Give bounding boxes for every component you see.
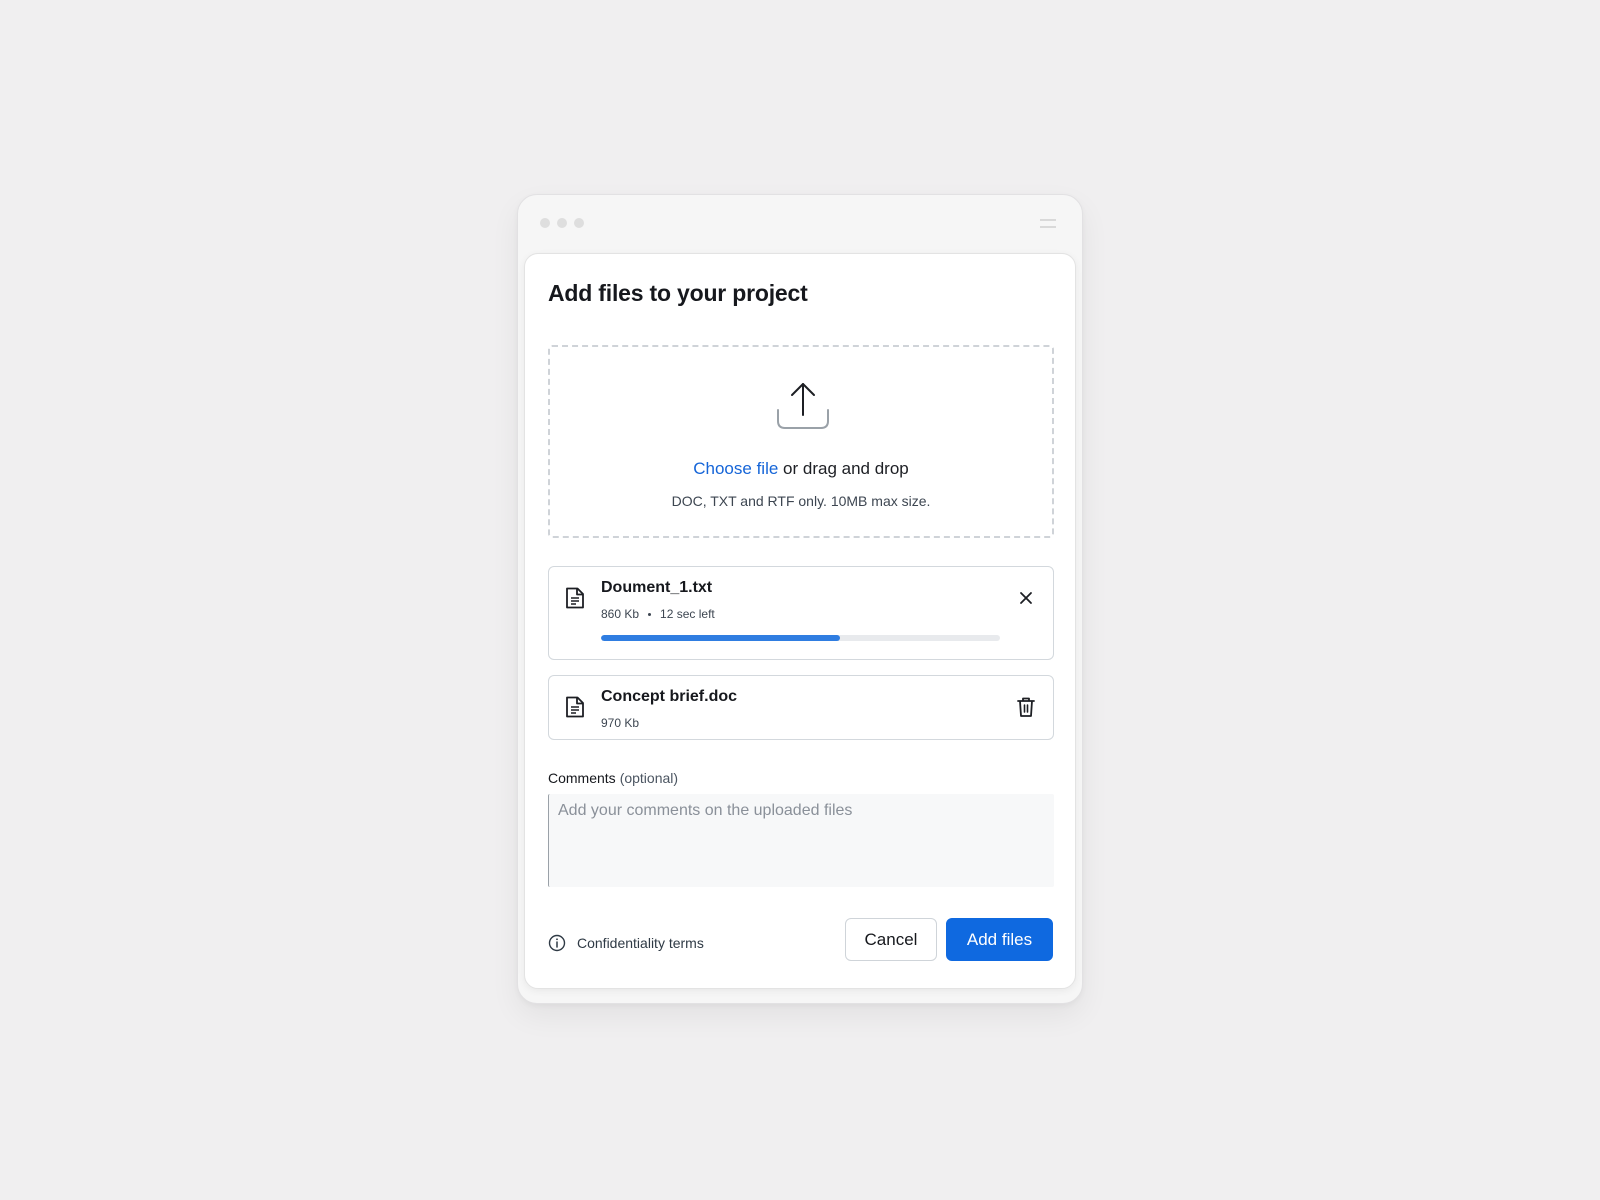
- dropzone-hint: DOC, TXT and RTF only. 10MB max size.: [671, 493, 931, 509]
- upload-progress-fill: [601, 635, 841, 641]
- comments-label: Comments (optional): [548, 770, 678, 786]
- window-dot-icon[interactable]: [540, 218, 550, 228]
- separator-dot: [648, 612, 652, 616]
- choose-file-link[interactable]: Choose file: [693, 459, 778, 478]
- app-window: Add files to your project Choose file or…: [517, 194, 1083, 1004]
- dropzone-instructions: Choose file or drag and drop: [550, 459, 1052, 479]
- menu-icon[interactable]: [1040, 218, 1056, 228]
- upload-dialog: Add files to your project Choose file or…: [524, 253, 1076, 989]
- confidentiality-terms-link[interactable]: Confidentiality terms: [548, 934, 704, 952]
- dropzone-text: or drag and drop: [778, 459, 909, 478]
- window-controls: [540, 218, 584, 228]
- dialog-title: Add files to your project: [548, 280, 808, 306]
- confidentiality-terms-label: Confidentiality terms: [577, 935, 704, 951]
- file-name: Concept brief.doc: [601, 688, 738, 705]
- file-meta: 970 Kb: [601, 716, 639, 730]
- comments-optional-tag: (optional): [619, 770, 679, 786]
- document-icon: [566, 587, 584, 609]
- comments-textarea[interactable]: [548, 794, 1054, 887]
- cancel-button[interactable]: Cancel: [845, 918, 937, 961]
- file-item-uploading: Doument_1.txt 860 Kb 12 sec left: [548, 566, 1054, 660]
- trash-icon[interactable]: [1013, 694, 1039, 720]
- upload-progress-bar: [601, 635, 1000, 641]
- file-size: 970 Kb: [601, 716, 640, 730]
- comments-label-text: Comments: [548, 770, 616, 786]
- info-icon: [548, 934, 566, 952]
- file-dropzone[interactable]: Choose file or drag and drop DOC, TXT an…: [548, 345, 1054, 538]
- document-icon: [566, 696, 584, 718]
- window-dot-icon[interactable]: [557, 218, 567, 228]
- close-icon[interactable]: [1013, 585, 1039, 611]
- add-files-button[interactable]: Add files: [946, 918, 1053, 961]
- window-dot-icon[interactable]: [574, 218, 584, 228]
- time-left: 12 sec left: [660, 607, 715, 621]
- file-size: 860 Kb: [601, 607, 640, 621]
- file-meta: 860 Kb 12 sec left: [601, 607, 715, 621]
- file-item-uploaded: Concept brief.doc 970 Kb: [548, 675, 1054, 740]
- upload-icon: [777, 383, 829, 429]
- file-name: Doument_1.txt: [601, 579, 713, 596]
